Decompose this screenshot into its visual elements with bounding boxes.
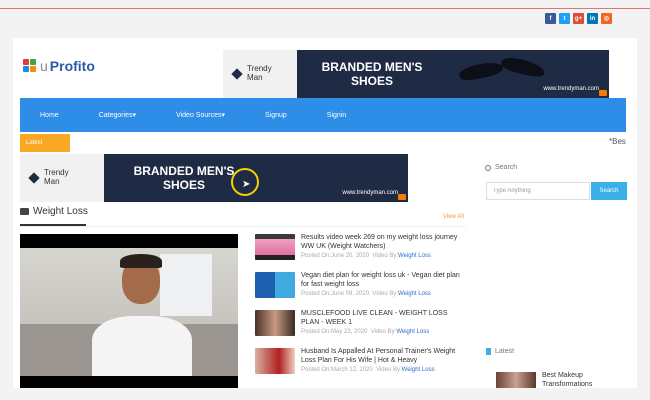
linkedin-icon[interactable]: in xyxy=(587,13,598,24)
brand-diamond-icon xyxy=(231,68,243,80)
page-container: u Profito Trendy Man BRANDED MEN'S SHOES w… xyxy=(13,38,637,388)
section-title: Weight Loss xyxy=(20,206,88,217)
content-ad-banner[interactable]: Trendy Man BRANDED MEN'S SHOES www.trendy… xyxy=(20,154,408,202)
search-icon xyxy=(485,164,491,171)
banner-brand: Trendy Man xyxy=(247,64,272,82)
post-author-link[interactable]: Weight Loss xyxy=(398,291,431,297)
banner-url: www.trendyman.com xyxy=(342,190,398,196)
nav-categories[interactable]: Categories▾ xyxy=(79,111,156,119)
post-author-link[interactable]: Weight Loss xyxy=(398,253,431,259)
social-icons: f t g+ in ◎ xyxy=(545,13,612,24)
post-list: Results video week 269 on my weight loss… xyxy=(255,234,465,386)
logo-mark-icon xyxy=(23,59,37,73)
ad-badge-icon xyxy=(398,194,406,200)
search-button[interactable]: Search xyxy=(591,182,627,200)
nav-signup[interactable]: Signup xyxy=(245,112,307,119)
sidebar-post-title[interactable]: Best Makeup Transformations xyxy=(542,372,622,388)
rss-icon[interactable]: ◎ xyxy=(601,13,612,24)
news-ticker[interactable]: *Bes xyxy=(609,137,626,146)
latest-ticker-label: Latest xyxy=(20,134,70,152)
list-item[interactable]: Vegan diet plan for weight loss uk - Veg… xyxy=(255,272,465,310)
top-border-line xyxy=(0,8,650,9)
view-all-link[interactable]: View All xyxy=(443,214,464,220)
brand-diamond-icon xyxy=(28,172,40,184)
sidebar-latest-title: Latest xyxy=(486,348,514,355)
nav-video-sources[interactable]: Video Sources▾ xyxy=(156,111,245,119)
list-item[interactable]: Husband Is Appalled At Personal Trainer'… xyxy=(255,348,465,386)
post-thumbnail[interactable] xyxy=(255,310,295,336)
list-item[interactable]: Results video week 269 on my weight loss… xyxy=(255,234,465,272)
featured-video[interactable] xyxy=(20,234,238,388)
post-title[interactable]: Husband Is Appalled At Personal Trainer'… xyxy=(301,348,465,366)
section-divider xyxy=(20,226,466,227)
banner-brand: Trendy Man xyxy=(44,168,69,186)
main-navbar: Home Categories▾ Video Sources▾ Signup S… xyxy=(20,98,626,132)
post-thumbnail[interactable] xyxy=(255,234,295,260)
post-title[interactable]: Results video week 269 on my weight loss… xyxy=(301,234,465,252)
post-title[interactable]: MUSCLEFOOD LIVE CLEAN - WEIGHT LOSS PLAN… xyxy=(301,310,465,328)
search-input[interactable] xyxy=(486,182,590,200)
twitter-icon[interactable]: t xyxy=(559,13,570,24)
post-author-link[interactable]: Weight Loss xyxy=(402,367,435,373)
nav-home[interactable]: Home xyxy=(20,112,79,119)
post-author-link[interactable]: Weight Loss xyxy=(396,329,429,335)
mouse-cursor-icon: ➤ xyxy=(242,179,251,190)
shoe-image xyxy=(499,54,547,80)
header-ad-banner[interactable]: Trendy Man BRANDED MEN'S SHOES www.trendy… xyxy=(223,50,609,98)
post-meta: Posted On:March 12, 2020 Video By:Weight… xyxy=(301,366,435,373)
facebook-icon[interactable]: f xyxy=(545,13,556,24)
shoe-image xyxy=(458,59,504,83)
nav-signin[interactable]: Signin xyxy=(307,112,366,119)
post-meta: Posted On:May 23, 2020 Video By:Weight L… xyxy=(301,328,430,335)
logo-text: u Profito xyxy=(40,58,95,74)
post-thumbnail[interactable] xyxy=(255,272,295,298)
latest-icon xyxy=(486,348,491,355)
post-thumbnail[interactable] xyxy=(255,348,295,374)
site-logo[interactable]: u Profito xyxy=(23,58,95,74)
google-plus-icon[interactable]: g+ xyxy=(573,13,584,24)
post-meta: Posted On:June 20, 2020 Video By:Weight … xyxy=(301,252,431,259)
post-meta: Posted On:June 09, 2020 Video By:Weight … xyxy=(301,290,431,297)
sidebar-post-thumbnail[interactable] xyxy=(496,372,536,388)
post-title[interactable]: Vegan diet plan for weight loss uk - Veg… xyxy=(301,272,465,290)
folder-icon xyxy=(20,208,29,215)
search-widget-title: Search xyxy=(485,164,517,171)
sidebar-latest-item[interactable]: Best Makeup Transformations xyxy=(496,372,622,388)
banner-url: www.trendyman.com xyxy=(543,86,599,92)
list-item[interactable]: MUSCLEFOOD LIVE CLEAN - WEIGHT LOSS PLAN… xyxy=(255,310,465,348)
banner-headline: BRANDED MEN'S SHOES xyxy=(321,59,423,88)
ad-badge-icon xyxy=(599,90,607,96)
